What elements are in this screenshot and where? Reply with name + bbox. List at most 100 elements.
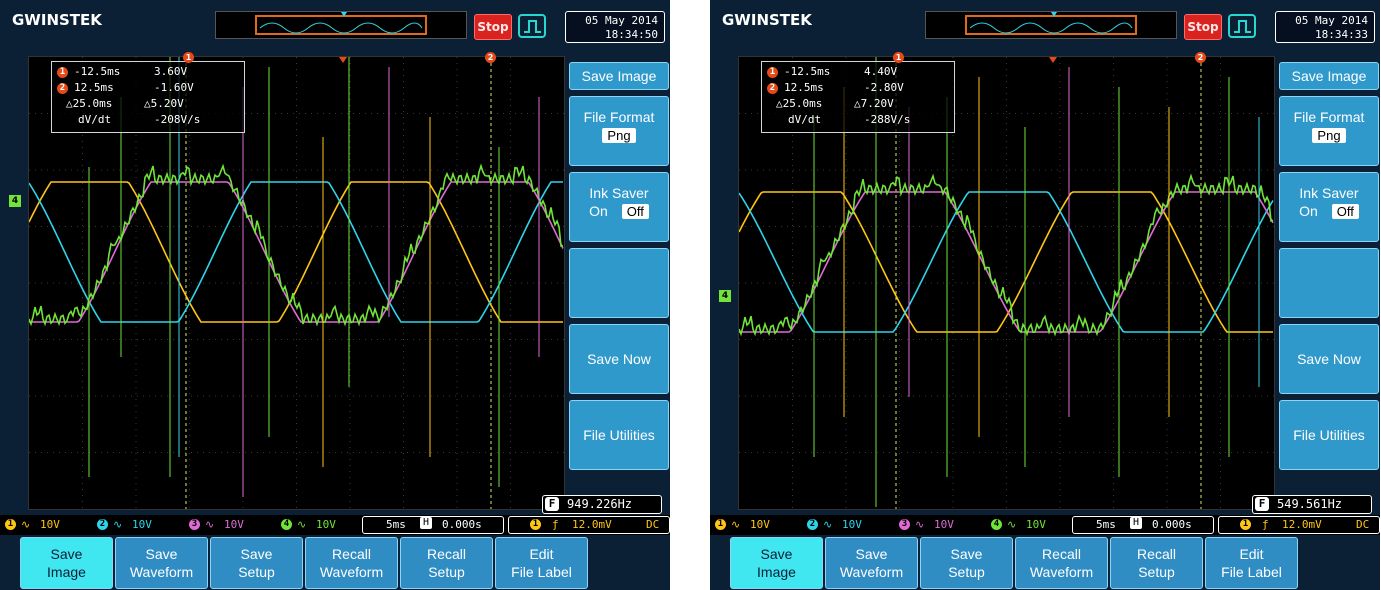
- softkey-recall-setup[interactable]: Recall Setup: [1110, 537, 1203, 589]
- ch1-badge[interactable]: 1: [5, 519, 16, 530]
- cursor-2-voltage: -2.80V: [864, 81, 904, 94]
- ink-saver-button[interactable]: Ink Saver On Off: [569, 172, 669, 242]
- ch1-coupling-icon: ∿: [731, 518, 741, 531]
- trigger-source-badge: 1: [1240, 519, 1251, 530]
- softkey-save-setup[interactable]: Save Setup: [920, 537, 1013, 589]
- menu-title-save-image[interactable]: Save Image: [1279, 62, 1379, 90]
- ch2-badge[interactable]: 2: [97, 519, 108, 530]
- softkey-line1: Save: [145, 546, 178, 562]
- softkey-recall-setup[interactable]: Recall Setup: [400, 537, 493, 589]
- delta-voltage: △5.20V: [144, 97, 184, 110]
- softkey-line1: Recall: [332, 546, 371, 562]
- ch4-badge[interactable]: 4: [991, 519, 1002, 530]
- cursor-1-badge: 1: [57, 67, 68, 78]
- softkey-edit-file-label[interactable]: Edit File Label: [1205, 537, 1298, 589]
- timebase-value: 5ms: [386, 518, 406, 531]
- frequency-value: 949.226Hz: [567, 497, 633, 511]
- file-utilities-button[interactable]: File Utilities: [1279, 400, 1379, 470]
- timebase-box[interactable]: [1072, 516, 1214, 534]
- softkey-line2: Waveform: [319, 564, 384, 580]
- ch4-scale: 10V: [1026, 518, 1046, 531]
- ch3-badge[interactable]: 3: [189, 519, 200, 530]
- menu-title-save-image[interactable]: Save Image: [569, 62, 669, 90]
- softkey-line2: Setup: [428, 564, 465, 580]
- frequency-counter: F 949.226Hz: [542, 495, 662, 514]
- waveform-display: 1 -12.5ms 3.60V 2 12.5ms -1.60V △25.0ms …: [28, 52, 565, 510]
- time-text: 18:34:33: [1315, 28, 1368, 41]
- save-now-button[interactable]: Save Now: [1279, 324, 1379, 394]
- trigger-edge-icon[interactable]: [518, 14, 546, 38]
- file-format-button[interactable]: File Format Png: [569, 96, 669, 166]
- ch4-badge[interactable]: 4: [281, 519, 292, 530]
- meas-row-1: 1 -12.5ms 4.40V: [762, 65, 954, 81]
- cursor-2-marker[interactable]: 2: [1195, 52, 1206, 63]
- save-now-button[interactable]: Save Now: [569, 324, 669, 394]
- cursor-1-marker[interactable]: 1: [183, 52, 194, 63]
- softkey-save-image[interactable]: Save Image: [20, 537, 113, 589]
- file-format-label: File Format: [1293, 109, 1365, 125]
- ch3-coupling-icon: ∿: [205, 518, 215, 531]
- horizontal-position: 0.000s: [1152, 518, 1192, 531]
- file-format-button[interactable]: File Format Png: [1279, 96, 1379, 166]
- ink-saver-label: Ink Saver: [1299, 185, 1359, 201]
- softkey-save-waveform[interactable]: Save Waveform: [825, 537, 918, 589]
- brand-logo: GWINSTEK: [722, 11, 812, 29]
- ch2-coupling-icon: ∿: [113, 518, 123, 531]
- trigger-edge-icon[interactable]: [1228, 14, 1256, 38]
- softkey-line1: Save: [855, 546, 888, 562]
- trigger-level: 12.0mV: [572, 518, 612, 531]
- softkey-line2: File Label: [511, 564, 572, 580]
- softkey-recall-waveform[interactable]: Recall Waveform: [305, 537, 398, 589]
- time-text: 18:34:50: [605, 28, 658, 41]
- softkey-edit-file-label[interactable]: Edit File Label: [495, 537, 588, 589]
- channel-status-bar: 1 ∿ 10V 2 ∿ 10V 3 ∿ 10V 4 ∿ 10V 5ms H 0.…: [0, 515, 670, 535]
- cursor-1-marker[interactable]: 1: [893, 52, 904, 63]
- overview-trace: [965, 12, 1137, 35]
- softkey-save-setup[interactable]: Save Setup: [210, 537, 303, 589]
- top-bar: GWINSTEK Stop 05 May 2014 18:34:50: [0, 0, 670, 46]
- softkey-line1: Recall: [427, 546, 466, 562]
- oscilloscope-screen-left: GWINSTEK Stop 05 May 2014 18:34:50 1 -12…: [0, 0, 670, 590]
- horizontal-position-icon: H: [1130, 517, 1142, 529]
- waveform-overview: [215, 11, 467, 39]
- cursor-1-time: -12.5ms: [784, 65, 831, 78]
- cursor-measurement-box: 1 -12.5ms 3.60V 2 12.5ms -1.60V △25.0ms …: [51, 61, 245, 133]
- softkey-line2: Image: [47, 564, 86, 580]
- delta-time: △25.0ms: [776, 97, 823, 110]
- file-utilities-button[interactable]: File Utilities: [569, 400, 669, 470]
- date-text: 05 May 2014: [585, 14, 658, 27]
- ch2-badge[interactable]: 2: [807, 519, 818, 530]
- trigger-position-marker[interactable]: [339, 57, 347, 63]
- cursor-2-marker[interactable]: 2: [485, 52, 496, 63]
- softkey-save-waveform[interactable]: Save Waveform: [115, 537, 208, 589]
- ch3-badge[interactable]: 3: [899, 519, 910, 530]
- ch4-ground-marker[interactable]: 4: [719, 290, 731, 302]
- ch1-badge[interactable]: 1: [715, 519, 726, 530]
- run-stop-button[interactable]: Stop: [474, 14, 512, 40]
- softkey-line2: Setup: [1138, 564, 1175, 580]
- meas-row-2: 2 12.5ms -2.80V: [762, 81, 954, 97]
- trigger-slope-icon: ƒ: [552, 518, 559, 531]
- ink-saver-button[interactable]: Ink Saver On Off: [1279, 172, 1379, 242]
- run-stop-button[interactable]: Stop: [1184, 14, 1222, 40]
- ch2-coupling-icon: ∿: [823, 518, 833, 531]
- blank-menu-button[interactable]: [1279, 248, 1379, 318]
- ch4-coupling-icon: ∿: [1007, 518, 1017, 531]
- bottom-softkeys: Save Image Save Waveform Save Setup Recall W…: [0, 537, 670, 590]
- cursor-2-time: 12.5ms: [784, 81, 824, 94]
- horizontal-position-icon: H: [420, 517, 432, 529]
- softkey-recall-waveform[interactable]: Recall Waveform: [1015, 537, 1108, 589]
- softkey-line1: Save: [50, 546, 83, 562]
- cursor-2-badge: 2: [57, 83, 68, 94]
- meas-row-4: dV/dt -288V/s: [762, 113, 954, 129]
- softkey-line2: Setup: [238, 564, 275, 580]
- timebase-box[interactable]: [362, 516, 504, 534]
- softkey-line2: Setup: [948, 564, 985, 580]
- cursor-1-time: -12.5ms: [74, 65, 121, 78]
- cursor-1-voltage: 4.40V: [864, 65, 898, 78]
- trigger-position-marker[interactable]: [1049, 57, 1057, 63]
- ch2-scale: 10V: [132, 518, 152, 531]
- softkey-save-image[interactable]: Save Image: [730, 537, 823, 589]
- blank-menu-button[interactable]: [569, 248, 669, 318]
- ch4-ground-marker[interactable]: 4: [9, 195, 21, 207]
